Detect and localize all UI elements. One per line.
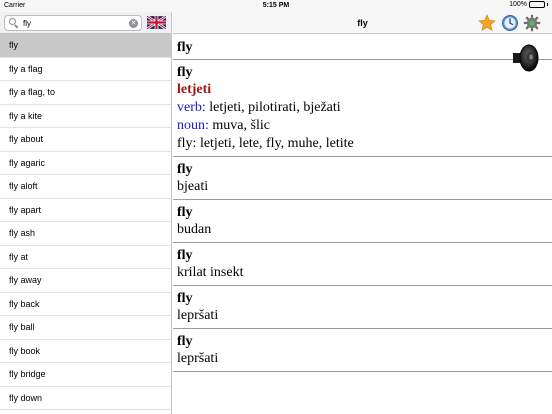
word-list-item[interactable]: fly [0, 34, 171, 58]
entry-headword: fly [177, 334, 193, 349]
entry-headword: fly [177, 65, 193, 80]
detail-nav-bar: fly [173, 12, 552, 34]
battery-indicator: 100% [509, 1, 548, 8]
speaker-icon[interactable] [509, 41, 543, 75]
word-list-item[interactable]: fly ash [0, 222, 171, 246]
entry-translation: krilat insekt [177, 265, 244, 280]
definition-entry: fly bjeati [173, 157, 552, 200]
status-time: 5:15 PM [262, 2, 290, 9]
verb-label: verb: [177, 100, 206, 115]
gear-icon[interactable] [523, 14, 541, 32]
noun-text: muva, šlic [208, 118, 270, 133]
entry-headword: fly [177, 248, 193, 263]
entry-headword: fly [177, 205, 193, 220]
entry-translation: bjeati [177, 179, 209, 194]
clear-search-icon[interactable]: ✕ [129, 19, 138, 28]
word-list-item[interactable]: fly a flag [0, 58, 171, 81]
related-translations: fly: letjeti, lete, fly, muhe, letite [177, 136, 354, 151]
definition-panel: fly fly letjeti verb: letjeti, pilotirat… [173, 35, 552, 414]
noun-label: noun: [177, 118, 209, 133]
word-list-item[interactable]: fly a flag, to [0, 81, 171, 105]
word-list-item[interactable]: fly book [0, 340, 171, 363]
definition-entry: fly lepršati [173, 286, 552, 329]
main-translation: letjeti [177, 82, 212, 97]
definition-entry: fly krilat insekt [173, 243, 552, 286]
verb-text: letjeti, pilotirati, bježati [205, 100, 341, 115]
entry-headword: fly [177, 40, 193, 55]
definition-entry: fly budan [173, 200, 552, 243]
uk-flag-icon[interactable] [147, 16, 166, 29]
definition-entry: fly letjeti verb: letjeti, pilotirati, b… [173, 60, 552, 157]
word-list-item[interactable]: fly about [0, 128, 171, 152]
word-list-item[interactable]: fly away [0, 269, 171, 293]
battery-percent: 100% [509, 1, 527, 8]
search-bar: ✕ [0, 12, 171, 34]
word-list-item[interactable]: fly ball [0, 316, 171, 340]
word-list-item[interactable]: fly apart [0, 199, 171, 222]
word-list-item[interactable]: fly aloft [0, 175, 171, 199]
word-list-item[interactable]: fly a kite [0, 105, 171, 128]
entry-headword: fly [177, 291, 193, 306]
search-field[interactable]: ✕ [4, 15, 142, 31]
verb-translations: verb: letjeti, pilotirati, bježati [177, 99, 548, 117]
definition-entry: fly [173, 35, 552, 60]
search-icon [8, 17, 20, 29]
word-list-item[interactable]: fly bridge [0, 363, 171, 387]
definition-entry: fly lepršati [173, 329, 552, 372]
noun-translations: noun: muva, šlic [177, 117, 548, 135]
word-list-pane: ✕ fly fly a flag fly a flag, to fly a ki… [0, 12, 172, 414]
status-bar: Carrier 5:15 PM 100% [0, 0, 552, 12]
entry-translation: budan [177, 222, 212, 237]
word-list: fly fly a flag fly a flag, to fly a kite… [0, 34, 171, 410]
word-list-item[interactable]: fly agaric [0, 152, 171, 175]
entry-translation: lepršati [177, 351, 219, 366]
word-list-item[interactable]: fly at [0, 246, 171, 269]
clock-icon[interactable] [501, 14, 519, 32]
entry-headword: fly [177, 162, 193, 177]
entry-translation: lepršati [177, 308, 219, 323]
word-list-item[interactable]: fly back [0, 293, 171, 316]
star-icon[interactable] [478, 14, 496, 32]
word-list-item[interactable]: fly down [0, 387, 171, 410]
battery-icon [529, 1, 545, 8]
search-input[interactable] [23, 18, 123, 28]
